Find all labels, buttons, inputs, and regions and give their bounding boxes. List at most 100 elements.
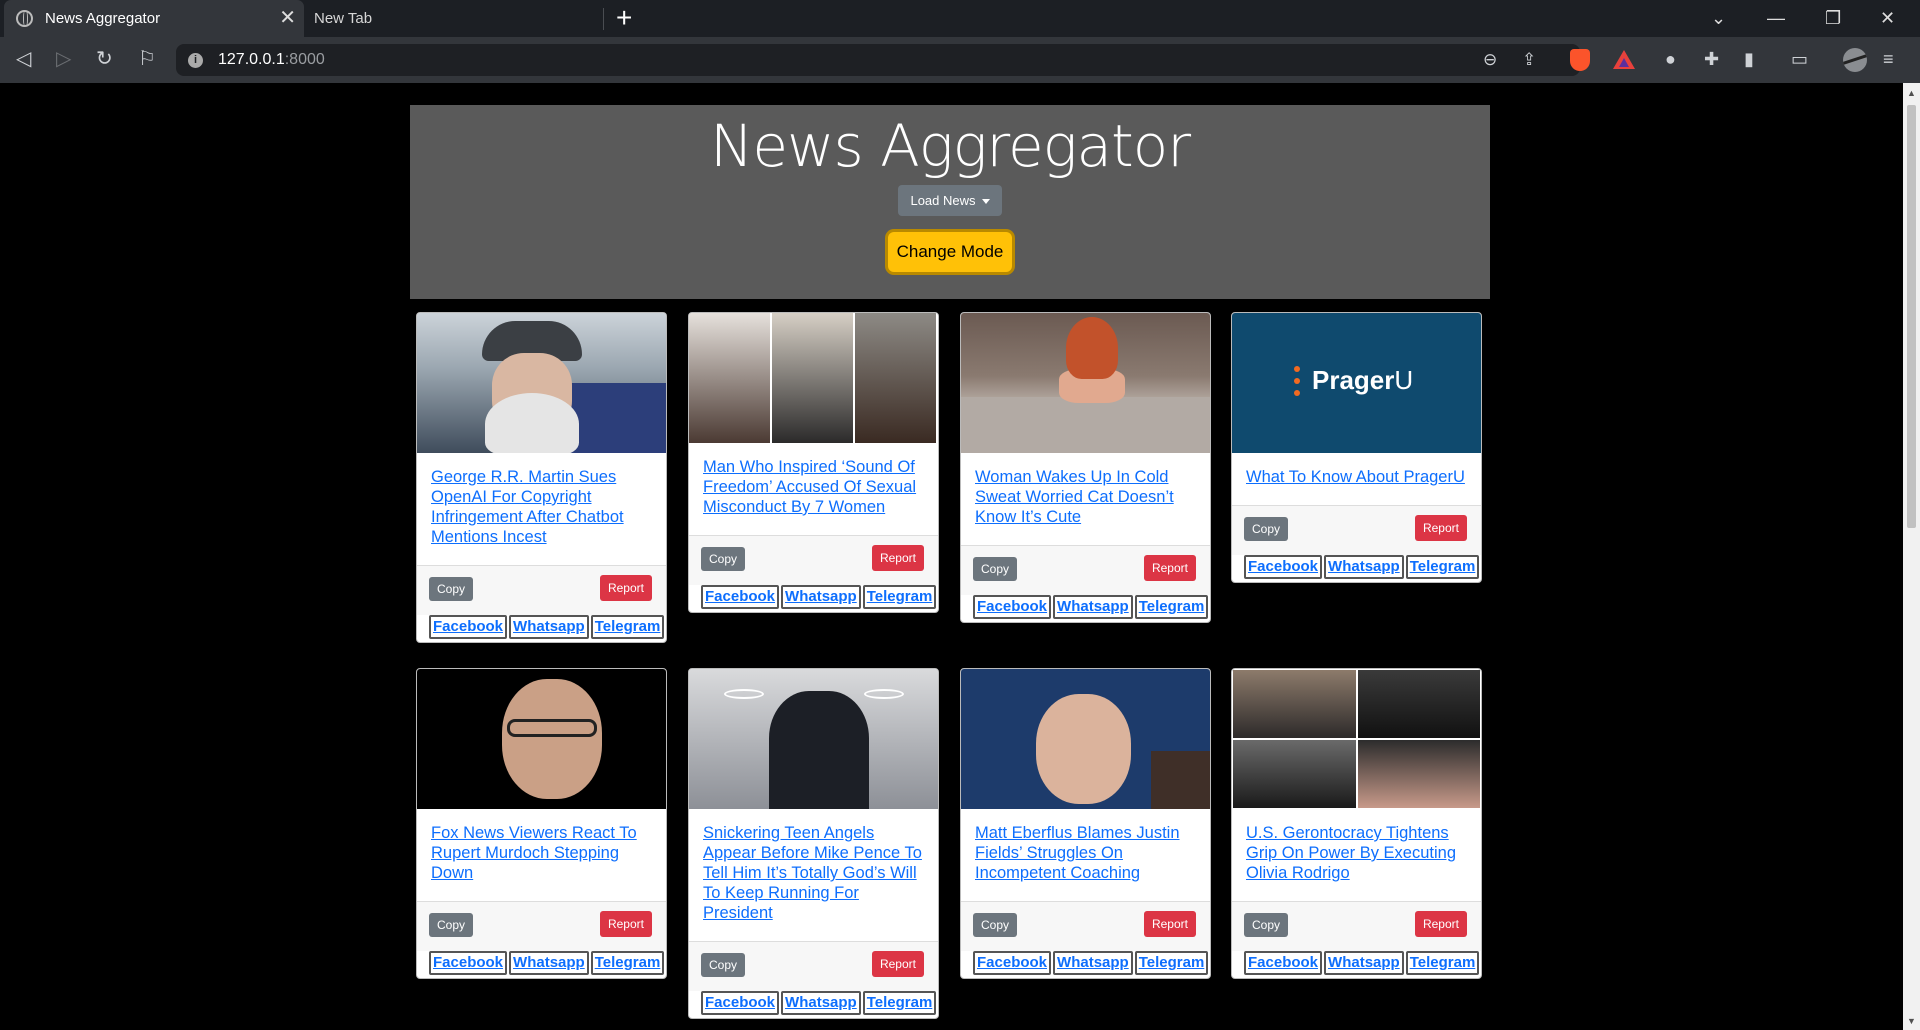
whatsapp-share-link[interactable]: Whatsapp [1053, 595, 1133, 619]
report-button[interactable]: Report [871, 951, 924, 977]
extensions-puzzle-icon[interactable]: ✚ [1704, 47, 1719, 71]
card-footer: Copy Report [689, 535, 938, 585]
whatsapp-share-link[interactable]: Whatsapp [781, 585, 861, 609]
report-button[interactable]: Report [599, 911, 652, 937]
whatsapp-share-link[interactable]: Whatsapp [1324, 555, 1404, 579]
whatsapp-share-link[interactable]: Whatsapp [781, 991, 861, 1015]
report-button[interactable]: Report [1414, 515, 1467, 541]
article-title-link[interactable]: U.S. Gerontocracy Tightens Grip On Power… [1232, 809, 1481, 883]
card-footer: Copy Report [961, 545, 1210, 595]
bookmark-icon[interactable]: ⚐ [138, 46, 156, 72]
telegram-share-link[interactable]: Telegram [862, 991, 937, 1015]
article-image[interactable] [689, 669, 938, 809]
close-window-icon[interactable]: ✕ [1880, 6, 1895, 30]
back-icon[interactable]: ◁ [16, 46, 31, 72]
browser-toolbar: ◁ ▷ ↻ ⚐ i 127.0.0.1:8000 ⊖ ⇪ ● ✚ ▮ ▭ ≡ [0, 37, 1920, 83]
facebook-share-link[interactable]: Facebook [701, 991, 780, 1015]
reload-icon[interactable]: ↻ [96, 46, 113, 72]
telegram-share-link[interactable]: Telegram [1134, 595, 1209, 619]
share-row: Facebook Whatsapp Telegram [961, 951, 1210, 975]
article-title-link[interactable]: Man Who Inspired ‘Sound Of Freedom’ Accu… [689, 443, 938, 517]
close-tab-icon[interactable]: ✕ [279, 7, 296, 29]
article-image[interactable] [417, 313, 666, 453]
tab-new-tab[interactable]: New Tab [308, 0, 604, 37]
article-title-link[interactable]: Fox News Viewers React To Rupert Murdoch… [417, 809, 666, 883]
telegram-share-link[interactable]: Telegram [590, 951, 665, 975]
whatsapp-share-link[interactable]: Whatsapp [1324, 951, 1404, 975]
page-title: News Aggregator [709, 112, 1191, 180]
card-footer: Copy Report [1232, 505, 1481, 555]
sidebar-icon[interactable]: ▮ [1744, 47, 1754, 71]
copy-button[interactable]: Copy [973, 557, 1018, 581]
share-icon[interactable]: ⇪ [1522, 50, 1536, 70]
copy-button[interactable]: Copy [973, 913, 1018, 937]
report-button[interactable]: Report [1143, 555, 1196, 581]
whatsapp-share-link[interactable]: Whatsapp [1053, 951, 1133, 975]
telegram-share-link[interactable]: Telegram [590, 615, 665, 639]
article-image[interactable] [1232, 669, 1481, 809]
tab-divider [603, 8, 604, 30]
scroll-down-icon[interactable]: ▼ [1907, 1016, 1916, 1026]
facebook-share-link[interactable]: Facebook [973, 595, 1052, 619]
telegram-share-link[interactable]: Telegram [862, 585, 937, 609]
whatsapp-share-link[interactable]: Whatsapp [509, 951, 589, 975]
tab-search-chevron-icon[interactable]: ⌄ [1711, 6, 1726, 30]
article-image[interactable]: PragerU [1232, 313, 1481, 453]
report-button[interactable]: Report [1414, 911, 1467, 937]
article-image[interactable] [417, 669, 666, 809]
facebook-share-link[interactable]: Facebook [973, 951, 1052, 975]
share-row: Facebook Whatsapp Telegram [961, 595, 1210, 619]
facebook-share-link[interactable]: Facebook [429, 615, 508, 639]
facebook-share-link[interactable]: Facebook [1244, 951, 1323, 975]
restore-icon[interactable]: ❐ [1825, 6, 1841, 30]
report-button[interactable]: Report [599, 575, 652, 601]
extension-icon[interactable]: ● [1665, 47, 1676, 71]
zoom-icon[interactable]: ⊖ [1483, 50, 1497, 70]
report-button[interactable]: Report [1143, 911, 1196, 937]
share-row: Facebook Whatsapp Telegram [1232, 951, 1481, 975]
minimize-icon[interactable]: — [1767, 6, 1785, 30]
whatsapp-share-link[interactable]: Whatsapp [509, 615, 589, 639]
load-news-dropdown[interactable]: Load News [898, 185, 1002, 216]
tab-news-aggregator[interactable]: News Aggregator ✕ [4, 0, 304, 37]
copy-button[interactable]: Copy [429, 913, 474, 937]
article-title-link[interactable]: What To Know About PragerU [1232, 453, 1481, 487]
copy-button[interactable]: Copy [429, 577, 474, 601]
telegram-share-link[interactable]: Telegram [1405, 951, 1480, 975]
telegram-share-link[interactable]: Telegram [1405, 555, 1480, 579]
report-button[interactable]: Report [871, 545, 924, 571]
menu-icon[interactable]: ≡ [1883, 47, 1894, 71]
change-mode-button[interactable]: Change Mode [887, 232, 1013, 272]
new-tab-plus-icon[interactable]: + [616, 3, 632, 33]
article-title-link[interactable]: Matt Eberflus Blames Justin Fields’ Stru… [961, 809, 1210, 883]
article-image[interactable] [689, 313, 938, 443]
card-footer: Copy Report [1232, 901, 1481, 951]
copy-button[interactable]: Copy [1244, 517, 1289, 541]
brave-shields-icon[interactable] [1570, 49, 1590, 71]
scroll-up-icon[interactable]: ▲ [1907, 88, 1916, 98]
copy-button[interactable]: Copy [1244, 913, 1289, 937]
article-image[interactable] [961, 669, 1210, 809]
copy-button[interactable]: Copy [701, 953, 746, 977]
article-title-link[interactable]: George R.R. Martin Sues OpenAI For Copyr… [417, 453, 666, 547]
article-image[interactable] [961, 313, 1210, 453]
article-title-link[interactable]: Snickering Teen Angels Appear Before Mik… [689, 809, 938, 923]
telegram-share-link[interactable]: Telegram [1134, 951, 1209, 975]
wallet-icon[interactable]: ▭ [1791, 47, 1808, 71]
profile-avatar[interactable] [1843, 48, 1867, 72]
address-bar[interactable]: i 127.0.0.1:8000 ⊖ ⇪ [176, 44, 1580, 76]
share-row: Facebook Whatsapp Telegram [417, 615, 666, 639]
facebook-share-link[interactable]: Facebook [429, 951, 508, 975]
copy-button[interactable]: Copy [701, 547, 746, 571]
vertical-scrollbar[interactable]: ▲ ▼ [1903, 83, 1920, 1030]
caret-down-icon [981, 199, 990, 205]
article-title-link[interactable]: Woman Wakes Up In Cold Sweat Worried Cat… [961, 453, 1210, 527]
facebook-share-link[interactable]: Facebook [701, 585, 780, 609]
share-row: Facebook Whatsapp Telegram [689, 991, 938, 1015]
site-info-icon[interactable]: i [188, 53, 203, 68]
url-text[interactable]: 127.0.0.1:8000 [218, 51, 325, 69]
forward-icon[interactable]: ▷ [56, 46, 71, 72]
scrollbar-thumb[interactable] [1907, 105, 1916, 528]
brave-rewards-icon[interactable] [1613, 50, 1635, 69]
facebook-share-link[interactable]: Facebook [1244, 555, 1323, 579]
